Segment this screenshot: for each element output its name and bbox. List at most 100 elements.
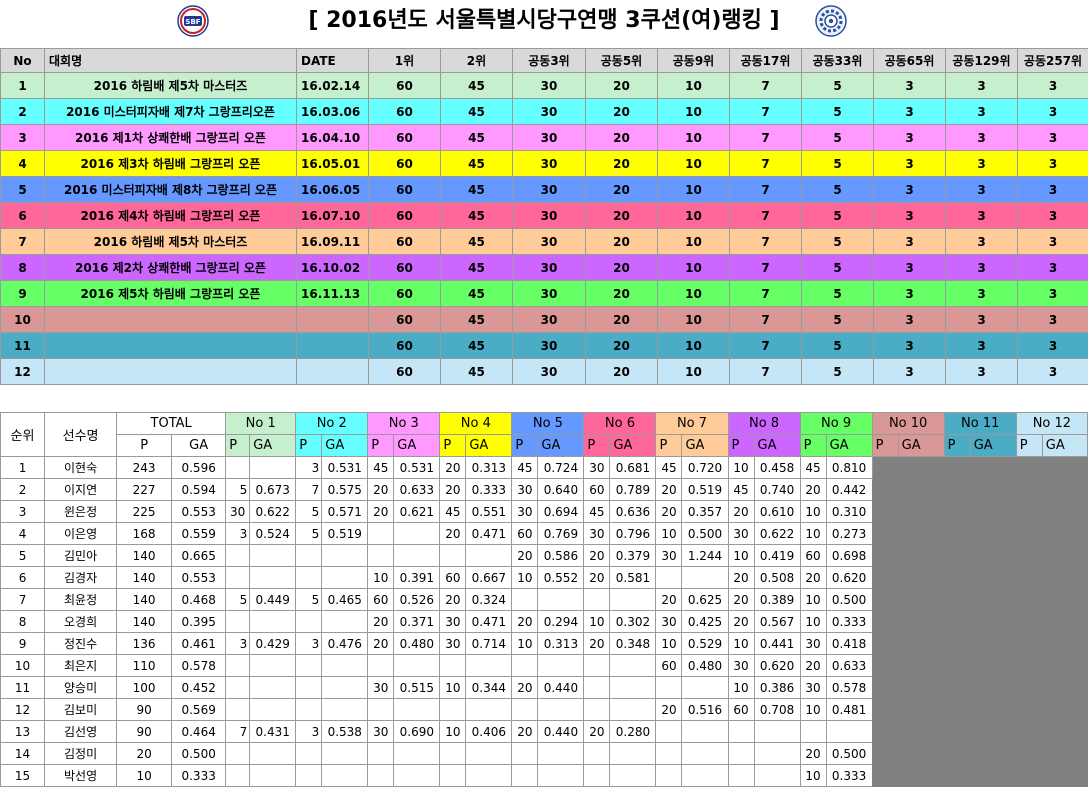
- result-ga-cell: [249, 764, 297, 787]
- tournament-date: 16.09.11: [296, 228, 369, 255]
- result-p-cell: [225, 654, 251, 677]
- points-cell: 60: [368, 280, 441, 307]
- result-p-cell: 20: [511, 610, 539, 633]
- points-cell: 45: [440, 358, 513, 385]
- result-p-cell: [439, 654, 467, 677]
- result-p-cell: [511, 764, 539, 787]
- result-ga-cell: 0.621: [393, 500, 441, 523]
- result-p-cell: 3: [295, 632, 323, 655]
- points-cell: 20: [585, 332, 658, 359]
- result-ga-cell: 0.471: [465, 610, 513, 633]
- result-p-cell: 20: [511, 544, 539, 567]
- result-ga-cell: 0.391: [393, 566, 441, 589]
- rank-cell: 5: [0, 544, 46, 567]
- result-p-cell: [439, 742, 467, 765]
- points-cell: 5: [801, 254, 874, 281]
- result-p-cell: 3: [295, 720, 323, 743]
- result-ga-cell: [393, 764, 441, 787]
- tournament-no: 6: [0, 202, 45, 229]
- result-ga-cell: 0.789: [609, 478, 657, 501]
- ga-header: GA: [897, 434, 945, 457]
- rank-cell: 15: [0, 764, 46, 787]
- points-cell: 3: [1017, 332, 1088, 359]
- result-ga-cell: [609, 764, 657, 787]
- result-p-cell: [511, 588, 539, 611]
- result-ga-cell: [825, 720, 873, 743]
- points-cell: 60: [368, 150, 441, 177]
- result-ga-cell: 0.379: [609, 544, 657, 567]
- tournament-row: 6 2016 제4차 하림배 그랑프리 오픈 16.07.10 60 45 30 20 10 7…: [0, 202, 1088, 229]
- tournament-date: [296, 306, 369, 333]
- player-name-cell: 김민아: [44, 544, 118, 567]
- points-cell: 3: [1017, 228, 1088, 255]
- result-p-cell: [367, 764, 395, 787]
- points-cell: 10: [657, 150, 730, 177]
- rank-cell: 12: [0, 698, 46, 721]
- result-p-cell: 10: [799, 610, 827, 633]
- result-p-cell: 7: [295, 478, 323, 501]
- result-ga-cell: [681, 764, 729, 787]
- points-cell: 3: [1017, 358, 1088, 385]
- result-p-cell: [295, 764, 323, 787]
- points-cell: 10: [657, 306, 730, 333]
- result-p-cell: 30: [583, 456, 611, 479]
- result-ga-cell: 0.740: [753, 478, 801, 501]
- result-p-cell: 20: [799, 742, 827, 765]
- result-p-cell: [583, 654, 611, 677]
- p-header: P: [799, 434, 827, 457]
- player-name-cell: 김정미: [44, 742, 118, 765]
- result-ga-cell: 0.333: [825, 764, 873, 787]
- result-ga-cell: 0.324: [465, 588, 513, 611]
- result-p-cell: [225, 456, 251, 479]
- points-cell: 10: [657, 202, 730, 229]
- points-cell: 30: [512, 150, 586, 177]
- result-ga-cell: 0.581: [609, 566, 657, 589]
- rank-cell: 2: [0, 478, 46, 501]
- result-p-cell: 20: [583, 720, 611, 743]
- result-ga-cell: 0.294: [537, 610, 585, 633]
- result-p-cell: 20: [799, 566, 827, 589]
- result-p-cell: 30: [511, 478, 539, 501]
- player-header: 선수명: [44, 412, 118, 457]
- tournament-no: 8: [0, 254, 45, 281]
- ga-header: GA: [465, 434, 513, 457]
- result-ga-cell: 0.386: [753, 676, 801, 699]
- result-ga-cell: [465, 698, 513, 721]
- result-ga-cell: [321, 742, 369, 765]
- column-header: 공동257위: [1017, 48, 1088, 73]
- result-ga-cell: [321, 566, 369, 589]
- result-ga-cell: 0.622: [249, 500, 297, 523]
- points-cell: 10: [657, 332, 730, 359]
- tournament-column-header: No 10: [871, 412, 945, 435]
- column-header: 대회명: [44, 48, 297, 73]
- result-ga-cell: 1.244: [681, 544, 729, 567]
- points-cell: 30: [512, 202, 586, 229]
- points-cell: 10: [657, 254, 730, 281]
- result-ga-cell: 0.667: [465, 566, 513, 589]
- result-p-cell: [225, 742, 251, 765]
- result-p-cell: 20: [799, 478, 827, 501]
- points-cell: 3: [945, 124, 1018, 151]
- result-p-cell: 30: [439, 632, 467, 655]
- result-ga-cell: [321, 610, 369, 633]
- result-ga-cell: [321, 698, 369, 721]
- points-cell: 45: [440, 176, 513, 203]
- total-p-cell: 140: [116, 566, 173, 589]
- tournament-no: 9: [0, 280, 45, 307]
- rank-cell: 13: [0, 720, 46, 743]
- points-cell: 30: [512, 280, 586, 307]
- tournament-column-header: No 7: [655, 412, 729, 435]
- column-header: 2위: [440, 48, 513, 73]
- points-cell: 20: [585, 176, 658, 203]
- result-ga-cell: 0.551: [465, 500, 513, 523]
- points-cell: 30: [512, 306, 586, 333]
- result-p-cell: [655, 676, 683, 699]
- tournament-name: 2016 하림배 제5차 마스터즈: [44, 72, 297, 99]
- total-ga-cell: 0.452: [171, 676, 227, 699]
- rank-header: 순위: [0, 412, 46, 457]
- tournament-no: 7: [0, 228, 45, 255]
- result-ga-cell: [249, 566, 297, 589]
- total-ga-cell: 0.553: [171, 500, 227, 523]
- result-ga-cell: 0.529: [681, 632, 729, 655]
- result-ga-cell: [753, 742, 801, 765]
